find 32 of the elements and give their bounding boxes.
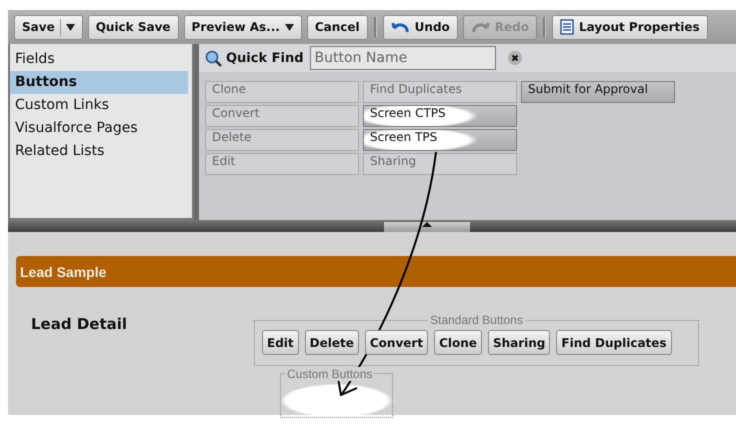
layout-button[interactable]: Delete bbox=[304, 330, 359, 355]
section-header: Lead Sample bbox=[16, 256, 736, 287]
palette-button[interactable]: Edit bbox=[205, 153, 359, 175]
palette-button[interactable]: Delete bbox=[205, 129, 359, 151]
sidebar-item[interactable]: Fields bbox=[10, 48, 188, 71]
toolbar-button[interactable]: Cancel bbox=[306, 14, 368, 40]
layout-button[interactable]: Edit bbox=[262, 330, 299, 355]
toolbar-button[interactable]: Layout Properties bbox=[552, 14, 708, 40]
palette-button[interactable]: Sharing bbox=[363, 153, 517, 175]
palette-button[interactable]: Find Duplicates bbox=[363, 81, 517, 103]
sidebar-item[interactable]: Visualforce Pages bbox=[10, 117, 188, 140]
quick-find-label: Quick Find bbox=[226, 50, 304, 66]
toolbar-button[interactable]: Save bbox=[14, 14, 83, 40]
quick-find-field[interactable]: Button Name bbox=[310, 46, 496, 70]
layout-button[interactable]: Find Duplicates bbox=[556, 330, 672, 355]
palette-button[interactable]: Clone bbox=[205, 81, 359, 103]
layout-button[interactable]: Convert bbox=[364, 330, 428, 355]
palette-button[interactable]: Screen CTPS bbox=[363, 105, 517, 127]
palette-button[interactable]: Submit for Approval bbox=[521, 81, 675, 103]
toolbar-button[interactable]: Preview As... bbox=[184, 14, 302, 40]
palette-button[interactable]: Convert bbox=[205, 105, 359, 127]
toolbar-button[interactable]: Quick Save bbox=[88, 14, 179, 40]
group-legend: Custom Buttons bbox=[285, 367, 374, 381]
sidebar-item[interactable]: Related Lists bbox=[10, 140, 188, 163]
section-label: Lead Detail bbox=[30, 315, 128, 335]
toolbar-button[interactable]: Undo bbox=[382, 14, 458, 40]
sidebar-item[interactable]: Buttons bbox=[10, 71, 188, 94]
group-legend: Standard Buttons bbox=[428, 313, 525, 327]
layout-button[interactable]: Clone bbox=[434, 330, 482, 355]
sidebar-item[interactable]: Custom Links bbox=[10, 94, 188, 117]
layout-button[interactable]: Sharing bbox=[488, 330, 550, 355]
palette-button[interactable]: Screen TPS bbox=[363, 129, 517, 151]
